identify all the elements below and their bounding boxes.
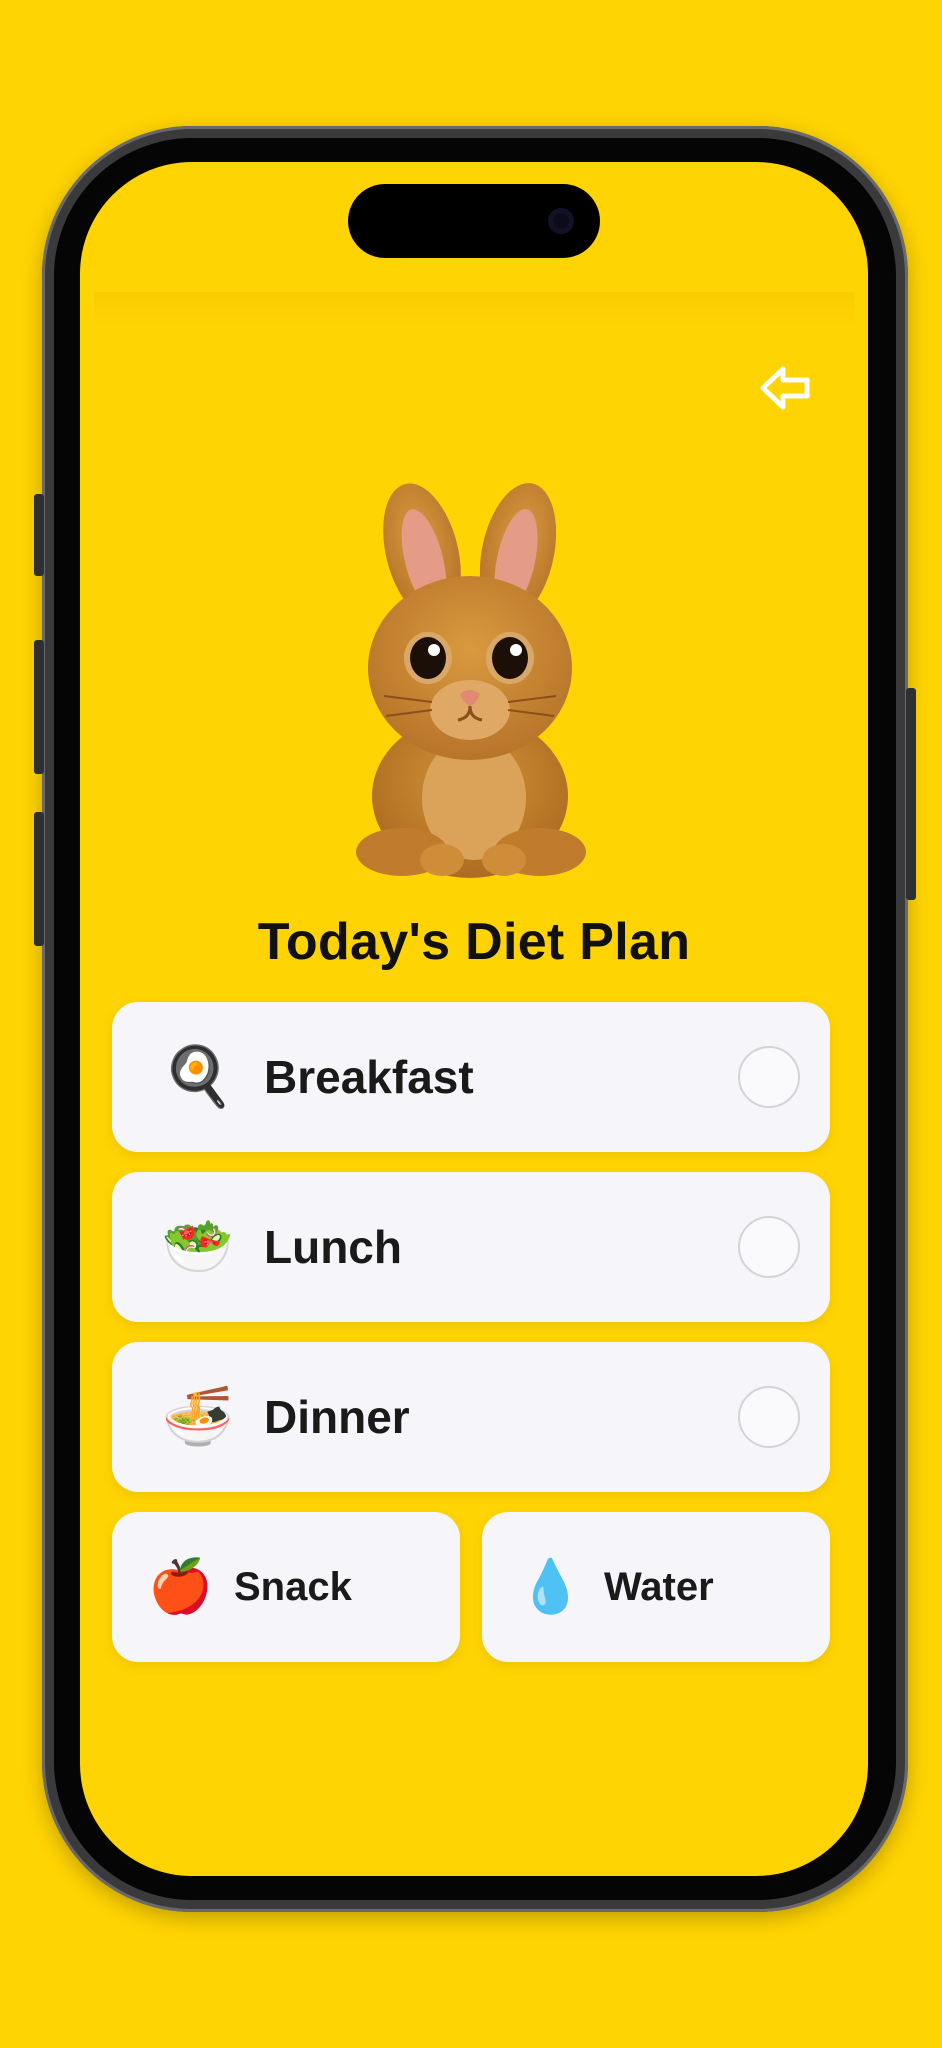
noodle-bowl-icon: 🍜 (161, 1384, 235, 1449)
volume-up-button (34, 640, 44, 774)
dynamic-island (348, 184, 600, 258)
app-screen: Today's Diet Plan 🍳 Breakfast 🥗 Lunch 🍜 … (80, 162, 868, 1876)
dinner-checkbox[interactable] (738, 1386, 800, 1448)
meal-label-breakfast: Breakfast (264, 1051, 474, 1103)
power-button (906, 688, 916, 900)
water-card[interactable]: 💧 Water (482, 1512, 830, 1662)
bunny-mascot-icon (356, 483, 586, 878)
volume-down-button (34, 812, 44, 946)
back-arrow-icon (760, 366, 810, 410)
snack-label: Snack (234, 1564, 352, 1609)
action-button (34, 494, 44, 576)
breakfast-checkbox[interactable] (738, 1046, 800, 1108)
apple-icon: 🍎 (148, 1558, 213, 1616)
status-bar-area (94, 292, 854, 326)
camera-icon (548, 208, 574, 234)
water-drop-icon: 💧 (518, 1558, 583, 1616)
meal-card-dinner[interactable]: 🍜 Dinner (112, 1342, 830, 1492)
frying-pan-egg-icon: 🍳 (161, 1044, 235, 1109)
lunch-checkbox[interactable] (738, 1216, 800, 1278)
meal-label-dinner: Dinner (264, 1391, 410, 1443)
water-label: Water (604, 1564, 714, 1609)
snack-card[interactable]: 🍎 Snack (112, 1512, 460, 1662)
meal-card-lunch[interactable]: 🥗 Lunch (112, 1172, 830, 1322)
meal-label-lunch: Lunch (264, 1221, 402, 1273)
page-title: Today's Diet Plan (257, 913, 691, 971)
salad-icon: 🥗 (161, 1214, 235, 1279)
back-button[interactable] (758, 362, 814, 414)
meal-card-breakfast[interactable]: 🍳 Breakfast (112, 1002, 830, 1152)
